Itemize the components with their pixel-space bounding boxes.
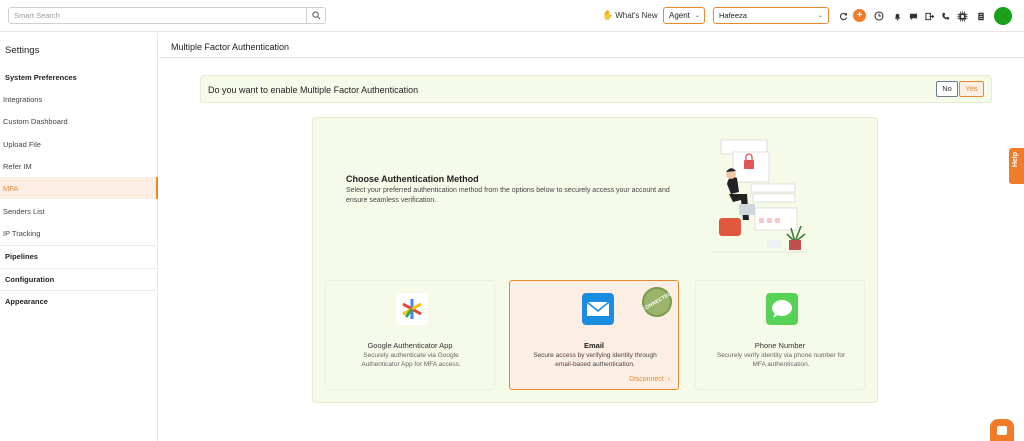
- phone-icon[interactable]: [939, 10, 951, 22]
- sidebar-item-appearance[interactable]: Appearance: [0, 290, 158, 312]
- page-header: Multiple Factor Authentication: [159, 33, 1024, 58]
- add-button[interactable]: +: [853, 9, 866, 22]
- refresh-icon[interactable]: [837, 10, 849, 22]
- google-card-description: Securely authenticate via Google Authent…: [361, 352, 461, 368]
- email-card-title: Email: [583, 341, 604, 350]
- search-box: [8, 7, 326, 24]
- sidebar-item-mfa[interactable]: MFA: [0, 177, 158, 199]
- whats-new-link[interactable]: ✋ What's New: [602, 10, 658, 21]
- google-card-content: Google Authenticator App Securely authen…: [326, 281, 494, 389]
- google-authenticator-card[interactable]: Google Authenticator App Securely authen…: [325, 280, 495, 390]
- phone-card-description: Securely verify identity via phone numbe…: [716, 352, 846, 368]
- method-title: Choose Authentication Method: [346, 174, 479, 184]
- auth-method-panel: Choose Authentication Method Select your…: [312, 117, 878, 403]
- google-card-title: Google Authenticator App: [367, 341, 453, 350]
- sidebar: Settings System Preferences Integrations…: [0, 33, 158, 441]
- top-bar: ✋ What's New Agent ⌄ Hafeeza ⌄ +: [0, 0, 1024, 32]
- chevron-right-icon: ›: [665, 376, 670, 383]
- sidebar-item-pipelines[interactable]: Pipelines: [0, 245, 158, 267]
- sidebar-item-custom-dashboard[interactable]: Custom Dashboard: [0, 110, 158, 132]
- bell-icon[interactable]: [891, 10, 903, 22]
- phone-card-content: Phone Number Securely verify identity vi…: [696, 281, 864, 389]
- sidebar-item-senders-list[interactable]: Senders List: [0, 200, 158, 222]
- connected-stamp: CONNECTED: [636, 281, 678, 323]
- phone-card-title: Phone Number: [754, 341, 806, 350]
- chip-icon[interactable]: [956, 10, 968, 22]
- chat-icon[interactable]: [907, 10, 919, 22]
- clock-icon[interactable]: [873, 10, 885, 22]
- chevron-down-icon: ⌄: [817, 13, 823, 19]
- help-tab[interactable]: Help: [1009, 148, 1024, 184]
- page-title: Multiple Factor Authentication: [171, 42, 290, 52]
- sidebar-title: Settings: [5, 45, 40, 56]
- user-select[interactable]: Hafeeza ⌄: [713, 7, 829, 24]
- phone-number-card[interactable]: Phone Number Securely verify identity vi…: [695, 280, 865, 390]
- sidebar-item-ip-tracking[interactable]: IP Tracking: [0, 222, 158, 244]
- google-authenticator-icon: [396, 293, 428, 325]
- mfa-question-bar: Do you want to enable Multiple Factor Au…: [200, 75, 992, 103]
- method-description: Select your preferred authentication met…: [346, 187, 670, 204]
- avatar[interactable]: [994, 7, 1012, 25]
- chat-bubble-icon: [997, 426, 1007, 435]
- logout-icon[interactable]: [923, 10, 935, 22]
- chevron-down-icon: ⌄: [694, 13, 700, 19]
- sidebar-item-configuration[interactable]: Configuration: [0, 268, 158, 290]
- message-icon: [766, 293, 798, 325]
- chat-widget-button[interactable]: [990, 419, 1014, 441]
- search-icon: [311, 11, 320, 20]
- disconnect-link[interactable]: Disconnect ›: [629, 376, 670, 383]
- sidebar-item-integrations[interactable]: Integrations: [0, 88, 158, 110]
- mfa-question: Do you want to enable Multiple Factor Au…: [208, 85, 419, 95]
- email-card[interactable]: CONNECTED Email Secure access by verifyi…: [509, 280, 679, 390]
- sidebar-item-refer-im[interactable]: Refer IM: [0, 155, 158, 177]
- hand-icon: ✋: [602, 10, 614, 20]
- no-button[interactable]: No: [936, 81, 958, 97]
- document-icon[interactable]: [975, 10, 987, 22]
- yes-button[interactable]: Yes: [959, 81, 984, 97]
- email-card-description: Secure access by verifying identity thro…: [533, 352, 657, 368]
- sidebar-item-upload-file[interactable]: Upload File: [0, 133, 158, 155]
- email-icon: [582, 293, 614, 325]
- sidebar-item-system-preferences[interactable]: System Preferences: [0, 66, 158, 88]
- search-input[interactable]: [9, 8, 306, 23]
- search-button[interactable]: [306, 8, 325, 23]
- stamp-text: CONNECTED: [641, 291, 673, 313]
- security-illustration: [711, 139, 807, 253]
- agent-select[interactable]: Agent ⌄: [663, 7, 705, 24]
